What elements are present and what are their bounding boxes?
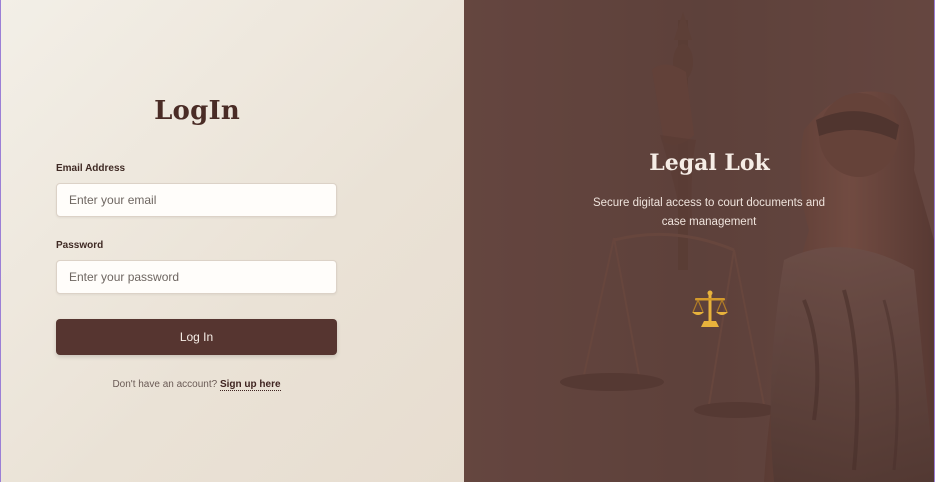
window-frame	[0, 0, 935, 482]
